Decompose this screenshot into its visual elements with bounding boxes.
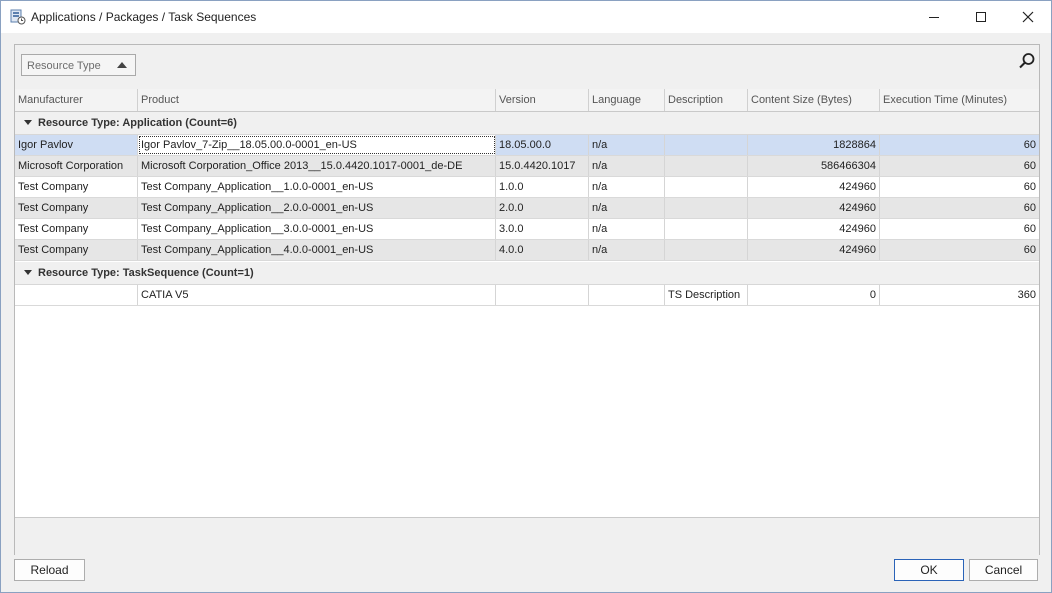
cell-manufacturer[interactable]: Microsoft Corporation xyxy=(15,156,138,176)
group-by-panel: Resource Type xyxy=(15,45,1039,90)
sort-ascending-icon xyxy=(117,62,127,68)
cell-product[interactable]: Igor Pavlov_7-Zip__18.05.00.0-0001_en-US xyxy=(138,135,496,155)
close-button[interactable] xyxy=(1005,1,1051,33)
column-header-version[interactable]: Version xyxy=(496,89,589,111)
group-row-tasksequence[interactable]: Resource Type: TaskSequence (Count=1) xyxy=(15,262,1039,285)
cell-content-size[interactable]: 586466304 xyxy=(748,156,880,176)
maximize-button[interactable] xyxy=(958,1,1004,33)
grid-panel: Resource Type Manufacturer Product Versi… xyxy=(14,44,1040,555)
search-icon[interactable] xyxy=(1017,51,1037,71)
cell-manufacturer[interactable]: Test Company xyxy=(15,240,138,260)
cell-manufacturer[interactable]: Test Company xyxy=(15,177,138,197)
cell-description[interactable] xyxy=(665,198,748,218)
cell-manufacturer[interactable] xyxy=(15,285,138,305)
cell-product[interactable]: Test Company_Application__2.0.0-0001_en-… xyxy=(138,198,496,218)
collapse-icon[interactable] xyxy=(24,120,32,125)
cell-language[interactable]: n/a xyxy=(589,156,665,176)
cell-language[interactable]: n/a xyxy=(589,198,665,218)
group-label: Resource Type: Application (Count=6) xyxy=(38,117,237,129)
cell-description[interactable] xyxy=(665,135,748,155)
column-header-product[interactable]: Product xyxy=(138,89,496,111)
cell-content-size[interactable]: 1828864 xyxy=(748,135,880,155)
cell-content-size[interactable]: 424960 xyxy=(748,177,880,197)
cell-content-size[interactable]: 424960 xyxy=(748,198,880,218)
cell-execution-time[interactable]: 60 xyxy=(880,219,1039,239)
cell-execution-time[interactable]: 360 xyxy=(880,285,1039,305)
cell-content-size[interactable]: 424960 xyxy=(748,219,880,239)
window-title: Applications / Packages / Task Sequences xyxy=(31,10,257,24)
table-row[interactable]: Test Company Test Company_Application__2… xyxy=(15,198,1039,219)
cell-version[interactable]: 2.0.0 xyxy=(496,198,589,218)
cancel-button[interactable]: Cancel xyxy=(969,559,1038,581)
cell-execution-time[interactable]: 60 xyxy=(880,156,1039,176)
column-header-content-size[interactable]: Content Size (Bytes) xyxy=(748,89,880,111)
cell-version[interactable]: 4.0.0 xyxy=(496,240,589,260)
table-row[interactable]: CATIA V5 TS Description 0 360 xyxy=(15,285,1039,306)
group-chip-resource-type[interactable]: Resource Type xyxy=(21,54,136,76)
cell-version[interactable]: 3.0.0 xyxy=(496,219,589,239)
cell-product[interactable]: Test Company_Application__1.0.0-0001_en-… xyxy=(138,177,496,197)
group-chip-label: Resource Type xyxy=(27,60,101,72)
dialog-window: Applications / Packages / Task Sequences… xyxy=(0,0,1052,593)
cell-language[interactable]: n/a xyxy=(589,135,665,155)
cell-description[interactable] xyxy=(665,240,748,260)
cell-version[interactable]: 1.0.0 xyxy=(496,177,589,197)
cell-description[interactable] xyxy=(665,177,748,197)
maximize-icon xyxy=(976,12,986,22)
close-icon xyxy=(1022,11,1034,23)
cell-description[interactable] xyxy=(665,219,748,239)
cell-version[interactable]: 15.0.4420.1017 xyxy=(496,156,589,176)
cell-product[interactable]: Microsoft Corporation_Office 2013__15.0.… xyxy=(138,156,496,176)
cell-version[interactable]: 18.05.00.0 xyxy=(496,135,589,155)
column-header-manufacturer[interactable]: Manufacturer xyxy=(15,89,138,111)
cell-language[interactable]: n/a xyxy=(589,219,665,239)
cell-execution-time[interactable]: 60 xyxy=(880,177,1039,197)
title-bar: Applications / Packages / Task Sequences xyxy=(1,1,1051,33)
cell-manufacturer[interactable]: Igor Pavlov xyxy=(15,135,138,155)
cell-language[interactable]: n/a xyxy=(589,177,665,197)
table-row[interactable]: Microsoft Corporation Microsoft Corporat… xyxy=(15,156,1039,177)
table-row[interactable]: Test Company Test Company_Application__3… xyxy=(15,219,1039,240)
cell-content-size[interactable]: 424960 xyxy=(748,240,880,260)
group-row-application[interactable]: Resource Type: Application (Count=6) xyxy=(15,112,1039,135)
cell-manufacturer[interactable]: Test Company xyxy=(15,198,138,218)
cell-execution-time[interactable]: 60 xyxy=(880,198,1039,218)
cell-product[interactable]: Test Company_Application__4.0.0-0001_en-… xyxy=(138,240,496,260)
grid-header: Manufacturer Product Version Language De… xyxy=(15,89,1039,112)
minimize-icon xyxy=(929,17,939,18)
cell-manufacturer[interactable]: Test Company xyxy=(15,219,138,239)
cell-description[interactable]: TS Description xyxy=(665,285,748,305)
collapse-icon[interactable] xyxy=(24,270,32,275)
cell-language[interactable]: n/a xyxy=(589,240,665,260)
table-row[interactable]: Igor Pavlov Igor Pavlov_7-Zip__18.05.00.… xyxy=(15,135,1039,156)
cell-execution-time[interactable]: 60 xyxy=(880,240,1039,260)
cell-language[interactable] xyxy=(589,285,665,305)
column-header-description[interactable]: Description xyxy=(665,89,748,111)
ok-button[interactable]: OK xyxy=(894,559,964,581)
group-label: Resource Type: TaskSequence (Count=1) xyxy=(38,267,254,279)
cell-description[interactable] xyxy=(665,156,748,176)
cell-product[interactable]: CATIA V5 xyxy=(138,285,496,305)
reload-button[interactable]: Reload xyxy=(14,559,85,581)
cell-execution-time[interactable]: 60 xyxy=(880,135,1039,155)
grid-footer xyxy=(15,517,1039,555)
cell-version[interactable] xyxy=(496,285,589,305)
cell-content-size[interactable]: 0 xyxy=(748,285,880,305)
minimize-button[interactable] xyxy=(911,1,957,33)
table-row[interactable]: Test Company Test Company_Application__4… xyxy=(15,240,1039,261)
app-grid-icon xyxy=(10,9,26,25)
cell-product[interactable]: Test Company_Application__3.0.0-0001_en-… xyxy=(138,219,496,239)
table-row[interactable]: Test Company Test Company_Application__1… xyxy=(15,177,1039,198)
column-header-language[interactable]: Language xyxy=(589,89,665,111)
column-header-execution-time[interactable]: Execution Time (Minutes) xyxy=(880,89,1039,111)
